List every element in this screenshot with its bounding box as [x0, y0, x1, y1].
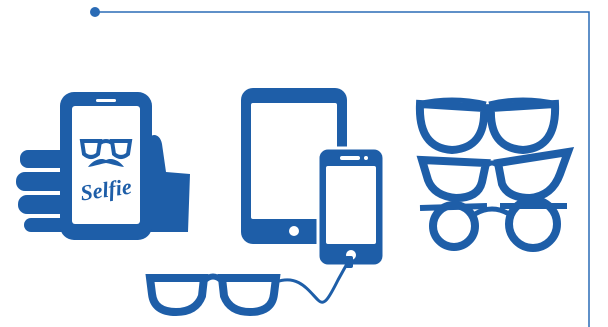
stacked-glasses-styles-icon — [415, 97, 575, 252]
illustration-canvas: Selfie — [16, 7, 590, 327]
hand-holding-phone-selfie-icon: Selfie — [16, 92, 190, 240]
smartphone-icon — [316, 146, 386, 268]
